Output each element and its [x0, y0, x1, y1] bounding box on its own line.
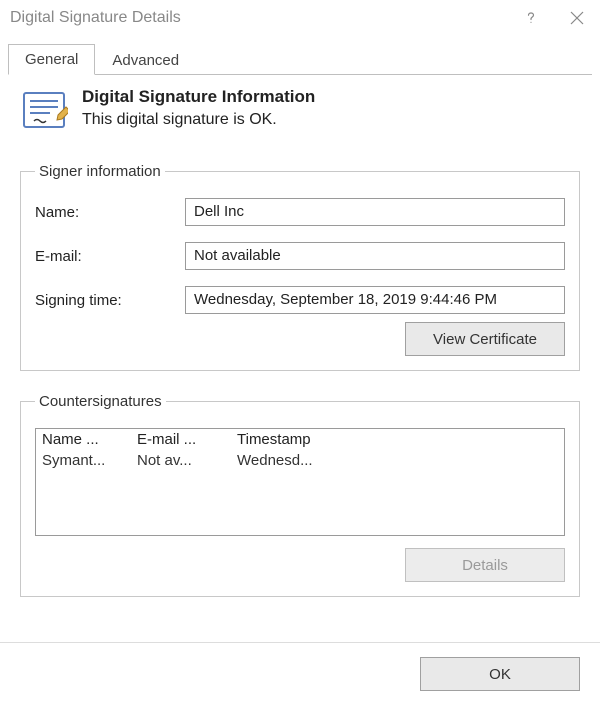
list-header: Name ... E-mail ... Timestamp: [36, 429, 564, 450]
signer-legend: Signer information: [35, 163, 165, 180]
list-cell-name: Symant...: [42, 452, 137, 469]
countersignatures-group: Countersignatures Name ... E-mail ... Ti…: [20, 393, 580, 597]
info-subtext: This digital signature is OK.: [82, 111, 315, 129]
close-button[interactable]: [554, 0, 600, 36]
help-icon: [523, 10, 539, 26]
dialog-footer: OK: [0, 642, 600, 705]
ok-button[interactable]: OK: [420, 657, 580, 691]
signer-name-value: Dell Inc: [185, 198, 565, 226]
list-row[interactable]: Symant... Not av... Wednesd...: [36, 450, 564, 471]
details-button: Details: [405, 548, 565, 582]
view-cert-row: View Certificate: [35, 322, 565, 356]
countersignatures-legend: Countersignatures: [35, 393, 166, 410]
signer-email-label: E-mail:: [35, 248, 185, 265]
signer-name-row: Name: Dell Inc: [35, 198, 565, 226]
list-header-email[interactable]: E-mail ...: [137, 431, 237, 448]
list-cell-email: Not av...: [137, 452, 237, 469]
tab-underline: [8, 74, 592, 75]
details-row: Details: [35, 548, 565, 582]
tab-advanced[interactable]: Advanced: [95, 45, 196, 75]
signature-icon: [20, 87, 68, 135]
signer-time-value: Wednesday, September 18, 2019 9:44:46 PM: [185, 286, 565, 314]
info-heading: Digital Signature Information: [82, 87, 315, 107]
signer-time-label: Signing time:: [35, 292, 185, 309]
signer-email-value: Not available: [185, 242, 565, 270]
close-icon: [569, 10, 585, 26]
tab-strip: General Advanced: [0, 36, 600, 74]
list-cell-timestamp: Wednesd...: [237, 452, 558, 469]
view-certificate-button[interactable]: View Certificate: [405, 322, 565, 356]
tab-general[interactable]: General: [8, 44, 95, 75]
window-title: Digital Signature Details: [10, 9, 508, 27]
tab-content: Digital Signature Information This digit…: [0, 75, 600, 625]
help-button[interactable]: [508, 0, 554, 36]
list-header-name[interactable]: Name ...: [42, 431, 137, 448]
countersignatures-list[interactable]: Name ... E-mail ... Timestamp Symant... …: [35, 428, 565, 536]
signer-time-row: Signing time: Wednesday, September 18, 2…: [35, 286, 565, 314]
list-header-timestamp[interactable]: Timestamp: [237, 431, 558, 448]
signer-group: Signer information Name: Dell Inc E-mail…: [20, 163, 580, 371]
signature-info: Digital Signature Information This digit…: [20, 87, 580, 135]
signer-name-label: Name:: [35, 204, 185, 221]
titlebar: Digital Signature Details: [0, 0, 600, 36]
signer-email-row: E-mail: Not available: [35, 242, 565, 270]
